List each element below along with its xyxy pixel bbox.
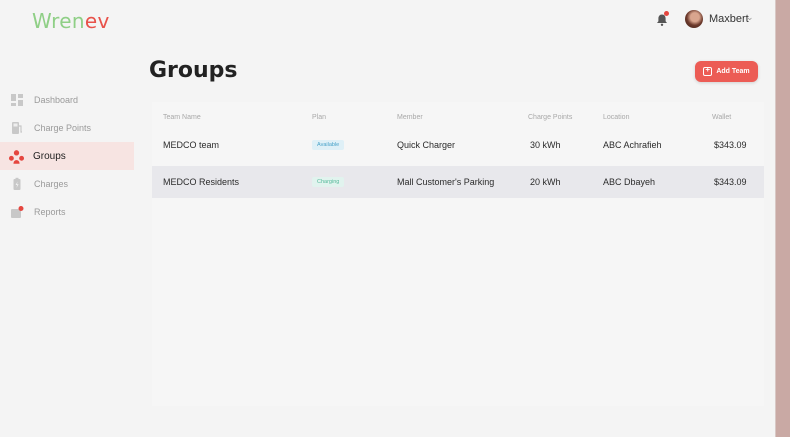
- column-header-location[interactable]: Location: [603, 114, 629, 121]
- sidebar-item-label: Groups: [33, 150, 66, 162]
- column-header-charge-points[interactable]: Charge Points: [528, 114, 572, 121]
- table-row[interactable]: MEDCO team Available Quick Charger 30 kW…: [152, 129, 764, 161]
- app-logo[interactable]: Wrenev: [32, 9, 110, 33]
- column-header-team-name[interactable]: Team Name: [163, 114, 201, 121]
- top-bar: Wrenev Maxbert ⌄: [0, 0, 776, 44]
- reports-icon: [11, 206, 24, 218]
- groups-icon: [8, 149, 25, 164]
- sidebar-item-groups[interactable]: Groups: [0, 142, 134, 170]
- sidebar-item-label: Charges: [34, 179, 69, 189]
- sidebar-item-charge-points[interactable]: Charge Points: [0, 114, 134, 142]
- plan-badge: Charging: [312, 177, 345, 187]
- user-name[interactable]: Maxbert: [709, 13, 749, 25]
- table-row[interactable]: MEDCO Residents Charging Mall Customer's…: [152, 166, 764, 198]
- cell-team-name: MEDCO Residents: [163, 177, 240, 187]
- logo-text-wren: Wren: [32, 9, 85, 33]
- user-avatar[interactable]: [685, 10, 703, 28]
- charge-point-icon: [12, 122, 22, 134]
- logo-text-ev: ev: [84, 9, 110, 33]
- sidebar-item-reports[interactable]: Reports: [0, 198, 134, 226]
- cell-member: Quick Charger: [397, 140, 456, 150]
- notification-dot: [664, 11, 669, 16]
- cell-charge-points: 30 kWh: [530, 140, 561, 150]
- add-team-label: Add Team: [716, 68, 750, 75]
- add-icon: [703, 65, 713, 76]
- groups-table: Team Name Plan Member Charge Points Loca…: [152, 102, 764, 406]
- sidebar: Dashboard Charge Points Groups Charges R…: [0, 86, 134, 226]
- dashboard-icon: [11, 94, 23, 106]
- cell-team-name: MEDCO team: [163, 140, 220, 150]
- cell-location: ABC Dbayeh: [603, 177, 656, 187]
- sidebar-item-label: Reports: [34, 207, 66, 217]
- charges-icon: [13, 177, 21, 190]
- page-title: Groups: [149, 58, 238, 83]
- sidebar-item-label: Charge Points: [34, 123, 92, 133]
- chevron-down-icon[interactable]: ⌄: [746, 12, 754, 23]
- cell-member: Mall Customer's Parking: [397, 177, 495, 187]
- column-header-member[interactable]: Member: [397, 114, 423, 121]
- sidebar-item-charges[interactable]: Charges: [0, 170, 134, 198]
- cell-wallet: $343.09: [714, 140, 747, 150]
- add-team-button[interactable]: Add Team: [695, 61, 758, 82]
- column-header-wallet[interactable]: Wallet: [712, 114, 731, 121]
- cell-charge-points: 20 kWh: [530, 177, 561, 187]
- sidebar-item-label: Dashboard: [34, 95, 79, 105]
- column-header-plan[interactable]: Plan: [312, 114, 326, 121]
- app-window: Wrenev Maxbert ⌄ Dashboard Charge Points: [0, 0, 776, 437]
- cell-wallet: $343.09: [714, 177, 747, 187]
- sidebar-item-dashboard[interactable]: Dashboard: [0, 86, 134, 114]
- cell-location: ABC Achrafieh: [603, 140, 662, 150]
- plan-badge: Available: [312, 140, 345, 150]
